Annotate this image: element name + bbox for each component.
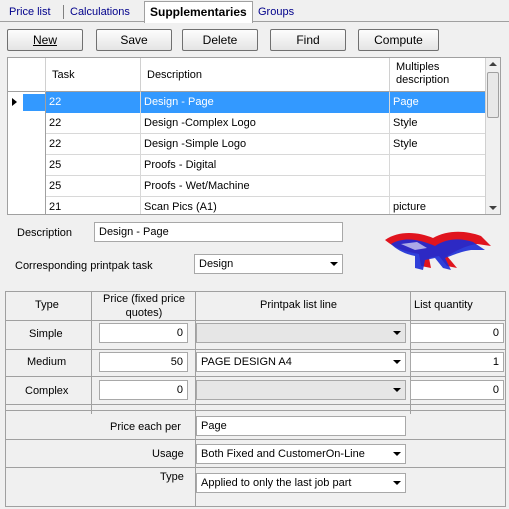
compute-button[interactable]: Compute (358, 29, 439, 51)
type-select[interactable]: Applied to only the last job part (196, 473, 406, 493)
scroll-thumb[interactable] (487, 72, 499, 118)
cell-description[interactable]: Design -Simple Logo (141, 134, 390, 155)
cell-multiples[interactable] (390, 176, 486, 197)
table-row[interactable]: 25 Proofs - Wet/Machine (8, 176, 486, 197)
type-label: Type (160, 471, 184, 483)
row-indicator (8, 113, 46, 134)
description-label: Description (17, 227, 73, 239)
printpak-task-value: Design (199, 258, 234, 270)
cell-multiples[interactable]: Page (390, 92, 486, 113)
price-complex-input[interactable]: 0 (99, 380, 188, 400)
cell-multiples[interactable]: Style (390, 134, 486, 155)
tab-calculations[interactable]: Calculations (66, 4, 134, 22)
printpak-line-complex-select[interactable] (196, 380, 406, 400)
table-row[interactable]: 25 Proofs - Digital (8, 155, 486, 176)
header-type: Type (35, 299, 59, 311)
type-medium-label: Medium (27, 356, 67, 368)
cell-multiples[interactable] (390, 155, 486, 176)
quantity-complex-input[interactable]: 0 (410, 380, 504, 400)
row-indicator (8, 197, 46, 214)
tab-supplementaries[interactable]: Supplementaries (144, 1, 253, 23)
row-indicator (8, 176, 46, 197)
divider (91, 292, 92, 414)
tab-price-list[interactable]: Price list (5, 4, 55, 22)
header-list-quantity: List quantity (414, 299, 473, 311)
divider (6, 410, 505, 411)
save-button[interactable]: Save (96, 29, 172, 51)
usage-select[interactable]: Both Fixed and CustomerOn-Line (196, 444, 406, 464)
table-row[interactable]: 22 Design -Simple Logo Style (8, 134, 486, 155)
scroll-up-icon[interactable] (489, 62, 497, 66)
cell-task[interactable]: 25 (46, 176, 141, 197)
tab-separator (63, 5, 64, 19)
type-simple-label: Simple (29, 328, 63, 340)
cell-description[interactable]: Design - Page (141, 92, 390, 113)
printpak-task-label: Corresponding printpak task (15, 260, 153, 272)
header-price: Price (fixed price quotes) (103, 293, 185, 319)
tab-bar: Price list Calculations Supplementaries … (0, 0, 509, 23)
printpak-task-select[interactable]: Design (194, 254, 343, 274)
row-indicator (8, 155, 46, 176)
type-complex-label: Complex (25, 385, 69, 397)
row-indicator-selection (23, 94, 45, 111)
grid-header-description[interactable]: Description (141, 58, 390, 92)
printpak-logo (385, 231, 491, 270)
description-input[interactable]: Design - Page (94, 222, 343, 242)
cell-task[interactable]: 21 (46, 197, 141, 214)
grid-header-multiples[interactable]: Multiples description (390, 58, 486, 92)
price-simple-input[interactable]: 0 (99, 323, 188, 343)
scroll-down-icon[interactable] (489, 206, 497, 210)
table-row[interactable]: 22 Design - Page Page (8, 92, 486, 113)
chevron-down-icon (393, 388, 401, 392)
supplementaries-grid: Task Description Multiples description 2… (7, 57, 501, 215)
row-indicator (8, 92, 46, 113)
cell-description[interactable]: Proofs - Wet/Machine (141, 176, 390, 197)
chevron-down-icon (393, 481, 401, 485)
divider (6, 439, 505, 440)
cell-task[interactable]: 22 (46, 113, 141, 134)
chevron-down-icon (393, 331, 401, 335)
divider (6, 349, 505, 350)
grid-corner (8, 58, 46, 92)
new-button[interactable]: New (7, 29, 83, 51)
chevron-down-icon (393, 360, 401, 364)
chevron-down-icon (393, 452, 401, 456)
grid-header-task[interactable]: Task (46, 58, 141, 92)
cell-description[interactable]: Design -Complex Logo (141, 113, 390, 134)
cell-description[interactable]: Proofs - Digital (141, 155, 390, 176)
printpak-line-medium-select[interactable]: PAGE DESIGN A4 (196, 352, 406, 372)
cell-task[interactable]: 22 (46, 92, 141, 113)
tab-groups[interactable]: Groups (254, 4, 298, 22)
divider (6, 320, 505, 321)
delete-button[interactable]: Delete (182, 29, 258, 51)
header-printpak-line: Printpak list line (260, 299, 338, 311)
table-row[interactable]: 22 Design -Complex Logo Style (8, 113, 486, 134)
usage-label: Usage (152, 448, 184, 460)
cell-multiples[interactable]: Style (390, 113, 486, 134)
price-medium-input[interactable]: 50 (99, 352, 188, 372)
grid-vertical-scrollbar[interactable] (485, 58, 500, 214)
quantity-medium-input[interactable]: 1 (410, 352, 504, 372)
printpak-line-simple-select[interactable] (196, 323, 406, 343)
cell-description[interactable]: Scan Pics (A1) (141, 197, 390, 214)
row-pointer-icon (12, 98, 17, 106)
cell-multiples[interactable]: picture (390, 197, 486, 214)
divider (6, 404, 505, 405)
cell-task[interactable]: 22 (46, 134, 141, 155)
divider (6, 467, 505, 468)
table-row[interactable]: 21 Scan Pics (A1) picture (8, 197, 486, 214)
row-indicator (8, 134, 46, 155)
find-button[interactable]: Find (270, 29, 346, 51)
quantity-simple-input[interactable]: 0 (410, 323, 504, 343)
cell-task[interactable]: 25 (46, 155, 141, 176)
divider (6, 376, 505, 377)
chevron-down-icon (330, 262, 338, 266)
price-each-label: Price each per (110, 421, 181, 433)
price-each-input[interactable]: Page (196, 416, 406, 436)
